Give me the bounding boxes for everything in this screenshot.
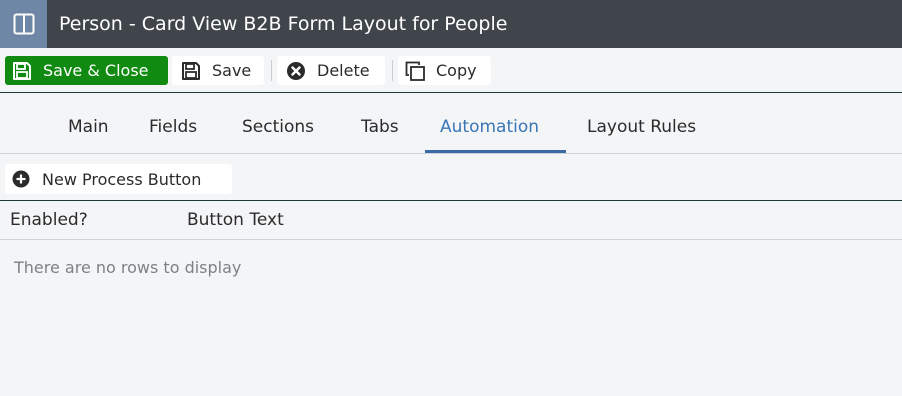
delete-label: Delete	[317, 61, 370, 80]
new-process-button[interactable]: New Process Button	[5, 164, 232, 194]
title-bar: Person - Card View B2B Form Layout for P…	[0, 0, 902, 48]
tab-fields[interactable]: Fields	[149, 93, 197, 153]
copy-icon	[404, 60, 426, 82]
save-button[interactable]: Save	[172, 56, 264, 85]
tab-main[interactable]: Main	[68, 93, 109, 153]
empty-grid-message: There are no rows to display	[14, 258, 242, 277]
toolbar: Save & Close Save Delete Copy	[0, 48, 902, 93]
automation-toolbar: New Process Button	[0, 154, 902, 200]
delete-button[interactable]: Delete	[277, 56, 385, 85]
window-title: Person - Card View B2B Form Layout for P…	[59, 13, 508, 35]
tab-sections[interactable]: Sections	[242, 93, 314, 153]
save-close-label: Save & Close	[43, 61, 149, 80]
tab-tabs[interactable]: Tabs	[361, 93, 399, 153]
panel-layout-icon[interactable]	[0, 0, 47, 48]
plus-circle-icon	[12, 170, 30, 188]
save-close-button[interactable]: Save & Close	[5, 56, 168, 85]
save-label: Save	[212, 61, 252, 80]
floppy-disk-icon	[11, 60, 33, 82]
column-header-enabled[interactable]: Enabled?	[10, 201, 88, 241]
toolbar-divider	[271, 60, 272, 81]
copy-label: Copy	[436, 61, 477, 80]
column-header-button-text[interactable]: Button Text	[187, 201, 284, 241]
active-tab-indicator	[425, 150, 566, 153]
grid-header: Enabled? Button Text	[0, 200, 902, 240]
new-process-label: New Process Button	[42, 169, 202, 189]
copy-button[interactable]: Copy	[398, 56, 491, 85]
tab-layout-rules[interactable]: Layout Rules	[587, 93, 696, 153]
tab-automation[interactable]: Automation	[440, 93, 539, 153]
delete-circle-icon	[285, 60, 307, 82]
floppy-disk-icon	[180, 60, 202, 82]
tab-bar: Main Fields Sections Tabs Automation Lay…	[0, 93, 902, 154]
toolbar-divider	[392, 60, 393, 81]
